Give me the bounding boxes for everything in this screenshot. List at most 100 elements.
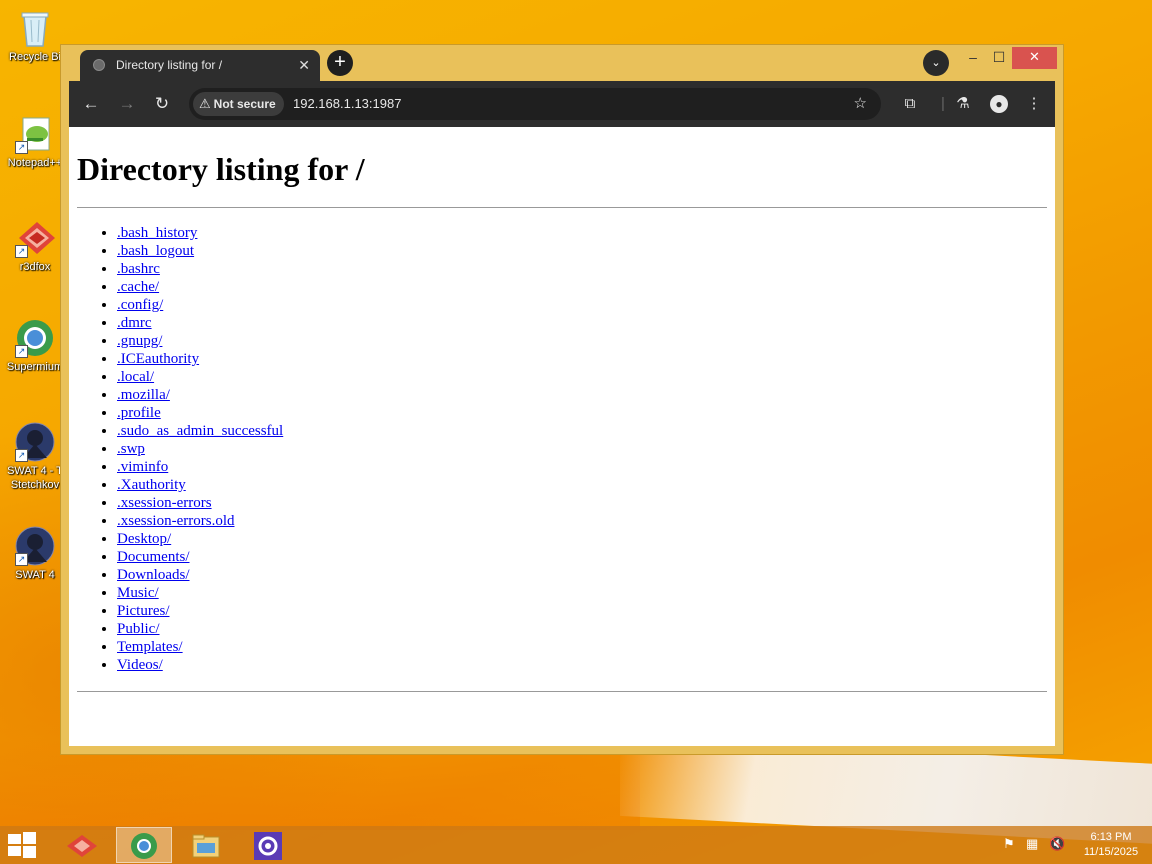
browser-window: Directory listing for / ✕ + ⌄ – ☐ ✕ ← → … xyxy=(61,45,1063,754)
directory-entry-link[interactable]: .bash_history xyxy=(117,225,197,241)
maximize-button[interactable]: ☐ xyxy=(987,47,1011,69)
directory-entry-link[interactable]: .mozilla/ xyxy=(117,387,170,403)
list-item: .bash_logout xyxy=(117,242,283,260)
list-item: Public/ xyxy=(117,620,283,638)
directory-entry-link[interactable]: Templates/ xyxy=(117,639,183,655)
tray-flag-icon[interactable]: ⚑ xyxy=(1003,836,1015,852)
not-secure-label: Not secure xyxy=(213,97,276,111)
minimize-button[interactable]: – xyxy=(961,47,985,69)
new-tab-button[interactable]: + xyxy=(327,50,353,76)
back-button[interactable]: ← xyxy=(79,92,103,116)
directory-entry-link[interactable]: .gnupg/ xyxy=(117,333,162,349)
desktop-icon-recycle-bin[interactable]: Recycle Bi xyxy=(4,8,66,64)
shortcut-arrow-icon: ↗ xyxy=(15,245,28,258)
divider-bottom xyxy=(77,691,1047,692)
directory-entry-link[interactable]: Pictures/ xyxy=(117,603,170,619)
list-item: .bashrc xyxy=(117,260,283,278)
warning-icon: ⚠ xyxy=(199,96,211,111)
list-item: .profile xyxy=(117,404,283,422)
reload-button[interactable]: ↻ xyxy=(150,92,174,116)
taskbar-app-file-explorer[interactable] xyxy=(178,827,234,863)
directory-entry-link[interactable]: Public/ xyxy=(117,621,160,637)
directory-entry-link[interactable]: Documents/ xyxy=(117,549,190,565)
desktop-icon-label-line2: Stetchkov xyxy=(10,479,60,491)
system-clock[interactable]: 6:13 PM 11/15/2025 xyxy=(1078,830,1144,860)
profile-icon[interactable]: ● xyxy=(987,92,1011,116)
menu-icon[interactable]: ⋮ xyxy=(1022,92,1046,116)
list-item: Music/ xyxy=(117,584,283,602)
list-item: .ICEauthority xyxy=(117,350,283,368)
desktop-icon-r3dfox[interactable]: ↗ r3dfox xyxy=(4,218,66,274)
swat4-icon: ↗ xyxy=(15,422,55,462)
url-text[interactable]: 192.168.1.13:1987 xyxy=(293,88,401,120)
shortcut-arrow-icon: ↗ xyxy=(15,553,28,566)
directory-entry-link[interactable]: .sudo_as_admin_successful xyxy=(117,423,283,439)
windows-logo-pane xyxy=(23,832,36,844)
notepad-icon: ↗ xyxy=(15,114,55,154)
directory-entry-link[interactable]: .viminfo xyxy=(117,459,168,475)
desktop-icon-label: SWAT 4 - T xyxy=(7,465,63,477)
close-window-button[interactable]: ✕ xyxy=(1012,47,1057,69)
labs-icon[interactable]: ⚗ xyxy=(951,92,975,116)
list-item: .mozilla/ xyxy=(117,386,283,404)
list-item: Videos/ xyxy=(117,656,283,674)
site-info-chip[interactable]: ⚠ Not secure xyxy=(193,92,284,116)
list-item: .Xauthority xyxy=(117,476,283,494)
directory-entry-link[interactable]: .local/ xyxy=(117,369,154,385)
directory-entry-link[interactable]: .xsession-errors xyxy=(117,495,212,511)
r3dfox-icon xyxy=(67,834,97,857)
list-item: .viminfo xyxy=(117,458,283,476)
windows-logo-pane xyxy=(8,834,21,844)
directory-entry-link[interactable]: Videos/ xyxy=(117,657,163,673)
taskbar-app-supermium[interactable] xyxy=(116,827,172,863)
directory-entry-link[interactable]: Music/ xyxy=(117,585,159,601)
taskbar-app-settings[interactable] xyxy=(240,827,296,863)
browser-toolbar: ← → ↻ ⚠ Not secure 192.168.1.13:1987 ☆ ⧉ … xyxy=(69,81,1055,127)
start-button[interactable] xyxy=(8,832,38,858)
list-item: Downloads/ xyxy=(117,566,283,584)
directory-entry-link[interactable]: .swp xyxy=(117,441,145,457)
list-item: .local/ xyxy=(117,368,283,386)
desktop-icon-swat4[interactable]: ↗ SWAT 4 xyxy=(4,526,66,582)
supermium-icon: ↗ xyxy=(15,318,55,358)
list-item: .cache/ xyxy=(117,278,283,296)
directory-list: .bash_history .bash_logout .bashrc .cache/.… xyxy=(77,224,283,674)
tray-network-icon[interactable]: ▦ xyxy=(1026,836,1038,852)
globe-icon xyxy=(93,59,105,71)
directory-entry-link[interactable]: Downloads/ xyxy=(117,567,190,583)
desktop-icon-swat4-stetchkov[interactable]: ↗ SWAT 4 - T Stetchkov xyxy=(4,422,66,492)
page-content: Directory listing for / .bash_history.ba… xyxy=(69,127,1055,746)
tray-volume-icon[interactable]: 🔇 xyxy=(1049,836,1065,852)
directory-entry-link[interactable]: .Xauthority xyxy=(117,477,186,493)
directory-entry-link[interactable]: .profile xyxy=(117,405,161,421)
directory-entry-link[interactable]: .ICEauthority xyxy=(117,351,199,367)
directory-entry-link[interactable]: .bashrc xyxy=(117,261,160,277)
directory-entry-link[interactable]: .bash_logout xyxy=(117,243,194,259)
list-item: .sudo_as_admin_successful xyxy=(117,422,283,440)
tab-directory-listing[interactable]: Directory listing for / ✕ xyxy=(80,50,320,81)
directory-entry-link[interactable]: .xsession-errors.old xyxy=(117,513,234,529)
list-item: Templates/ xyxy=(117,638,283,656)
desktop-icon-notepadpp[interactable]: ↗ Notepad++ xyxy=(4,114,66,170)
directory-entry-link[interactable]: .cache/ xyxy=(117,279,159,295)
directory-entry-link[interactable]: .dmrc xyxy=(117,315,152,331)
desktop-icon-label: Supermium xyxy=(6,361,64,373)
swat4-icon: ↗ xyxy=(15,526,55,566)
tab-close-icon[interactable]: ✕ xyxy=(298,50,310,81)
taskbar-app-r3dfox[interactable] xyxy=(54,827,110,863)
shortcut-arrow-icon: ↗ xyxy=(15,141,28,154)
list-item: .gnupg/ xyxy=(117,332,283,350)
forward-button[interactable]: → xyxy=(115,92,139,116)
clock-date: 11/15/2025 xyxy=(1083,846,1139,858)
list-item: .bash_history xyxy=(117,224,283,242)
r3dfox-icon: ↗ xyxy=(15,218,55,258)
extensions-icon[interactable]: ⧉ xyxy=(898,92,922,116)
bookmark-star-icon[interactable]: ☆ xyxy=(854,88,867,120)
browser-titlebar[interactable]: Directory listing for / ✕ + ⌄ – ☐ ✕ xyxy=(61,45,1063,81)
tab-search-button[interactable]: ⌄ xyxy=(923,50,949,76)
profile-avatar: ● xyxy=(990,95,1008,113)
directory-entry-link[interactable]: Desktop/ xyxy=(117,531,171,547)
directory-entry-link[interactable]: .config/ xyxy=(117,297,163,313)
address-bar[interactable]: ⚠ Not secure 192.168.1.13:1987 ☆ xyxy=(189,88,881,120)
desktop-icon-supermium[interactable]: ↗ Supermium xyxy=(4,318,66,374)
